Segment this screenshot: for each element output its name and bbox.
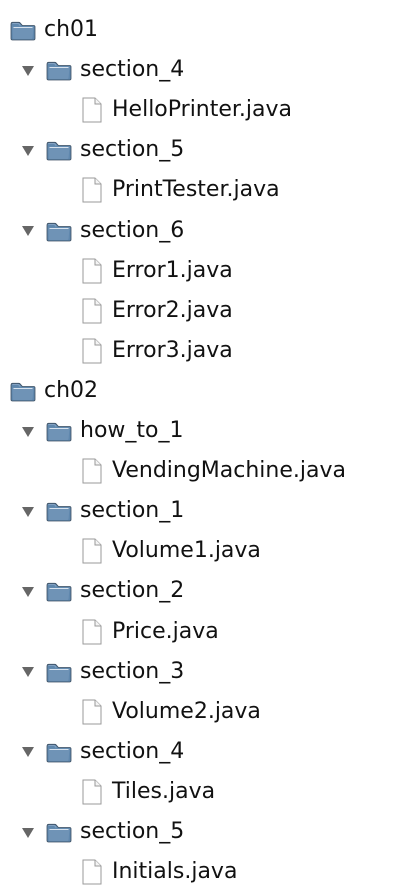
tree-folder-how-to-1[interactable]: how_to_1 [22, 411, 183, 451]
tree-file-volume1-java[interactable]: Volume1.java [82, 531, 261, 571]
tree-folder-section-2[interactable]: section_2 [22, 571, 184, 611]
file-label: Error2.java [112, 297, 233, 323]
file-icon [82, 699, 112, 725]
expand-collapse-icon[interactable] [22, 747, 34, 758]
tree-folder-section-5[interactable]: section_5 [22, 130, 184, 170]
folder-label: section_4 [80, 57, 185, 83]
tree-file-printtester-java[interactable]: PrintTester.java [82, 170, 280, 210]
tree-folder-ch01[interactable]: ch01 [10, 10, 98, 50]
folder-label: how_to_1 [80, 418, 184, 443]
expand-collapse-icon[interactable] [22, 145, 34, 156]
file-label: PrintTester.java [112, 177, 280, 203]
folder-open-icon [46, 138, 80, 162]
folder-open-icon [46, 820, 80, 844]
file-label: Initials.java [112, 859, 238, 885]
file-icon [82, 97, 112, 123]
folder-open-icon [46, 58, 80, 82]
file-icon [82, 538, 112, 564]
tree-file-error3-java[interactable]: Error3.java [82, 331, 233, 371]
folder-label: section_3 [80, 658, 185, 684]
folder-open-icon [10, 18, 44, 42]
file-icon [82, 258, 112, 284]
tree-folder-section-1[interactable]: section_1 [22, 491, 184, 531]
file-label: Error1.java [112, 257, 233, 283]
file-tree: ch01 section_4 HelloPrinter.java section… [0, 0, 402, 892]
tree-folder-ch02[interactable]: ch02 [10, 371, 98, 411]
folder-open-icon [46, 579, 80, 603]
file-icon [82, 177, 112, 203]
expand-collapse-icon[interactable] [22, 226, 34, 236]
folder-label: ch01 [44, 17, 99, 42]
tree-file-volume2-java[interactable]: Volume2.java [82, 692, 261, 732]
tree-file-error2-java[interactable]: Error2.java [82, 291, 233, 331]
file-icon [82, 779, 112, 805]
file-icon [82, 859, 112, 885]
tree-folder-section-4[interactable]: section_4 [22, 50, 184, 90]
file-label: Volume1.java [112, 538, 261, 564]
folder-label: section_2 [80, 578, 185, 604]
tree-file-vendingmachine-java[interactable]: VendingMachine.java [82, 451, 346, 491]
tree-folder-section-4[interactable]: section_4 [22, 732, 184, 772]
file-icon [82, 338, 112, 364]
file-label: HelloPrinter.java [112, 97, 293, 123]
folder-label: section_4 [80, 738, 185, 764]
file-label: Error3.java [112, 337, 233, 363]
folder-open-icon [10, 379, 44, 403]
folder-label: section_5 [80, 137, 185, 163]
expand-collapse-icon[interactable] [22, 667, 34, 678]
folder-open-icon [46, 419, 80, 443]
folder-open-icon [46, 499, 80, 523]
folder-open-icon [46, 740, 80, 764]
file-icon [82, 298, 112, 324]
file-label: Tiles.java [112, 778, 216, 804]
folder-label: section_5 [80, 819, 185, 844]
tree-folder-section-5[interactable]: section_5 [22, 812, 184, 852]
tree-file-initials-java[interactable]: Initials.java [82, 852, 237, 892]
file-label: VendingMachine.java [112, 458, 346, 484]
folder-open-icon [46, 219, 80, 243]
folder-label: ch02 [44, 377, 99, 403]
expand-collapse-icon[interactable] [22, 586, 34, 597]
tree-file-helloprinter-java[interactable]: HelloPrinter.java [82, 90, 292, 130]
file-label: Price.java [112, 618, 219, 644]
expand-collapse-icon[interactable] [22, 827, 34, 838]
expand-collapse-icon[interactable] [22, 426, 34, 437]
tree-file-error1-java[interactable]: Error1.java [82, 251, 233, 291]
tree-file-tiles-java[interactable]: Tiles.java [82, 772, 215, 812]
expand-collapse-icon[interactable] [22, 506, 34, 517]
file-label: Volume2.java [112, 698, 261, 724]
folder-label: section_6 [80, 217, 185, 243]
folder-label: section_1 [80, 498, 185, 524]
folder-open-icon [46, 660, 80, 684]
file-icon [82, 619, 112, 645]
tree-folder-section-6[interactable]: section_6 [22, 211, 184, 251]
tree-folder-section-3[interactable]: section_3 [22, 652, 184, 692]
file-icon [82, 458, 112, 484]
tree-file-price-java[interactable]: Price.java [82, 612, 219, 652]
expand-collapse-icon[interactable] [22, 65, 34, 76]
